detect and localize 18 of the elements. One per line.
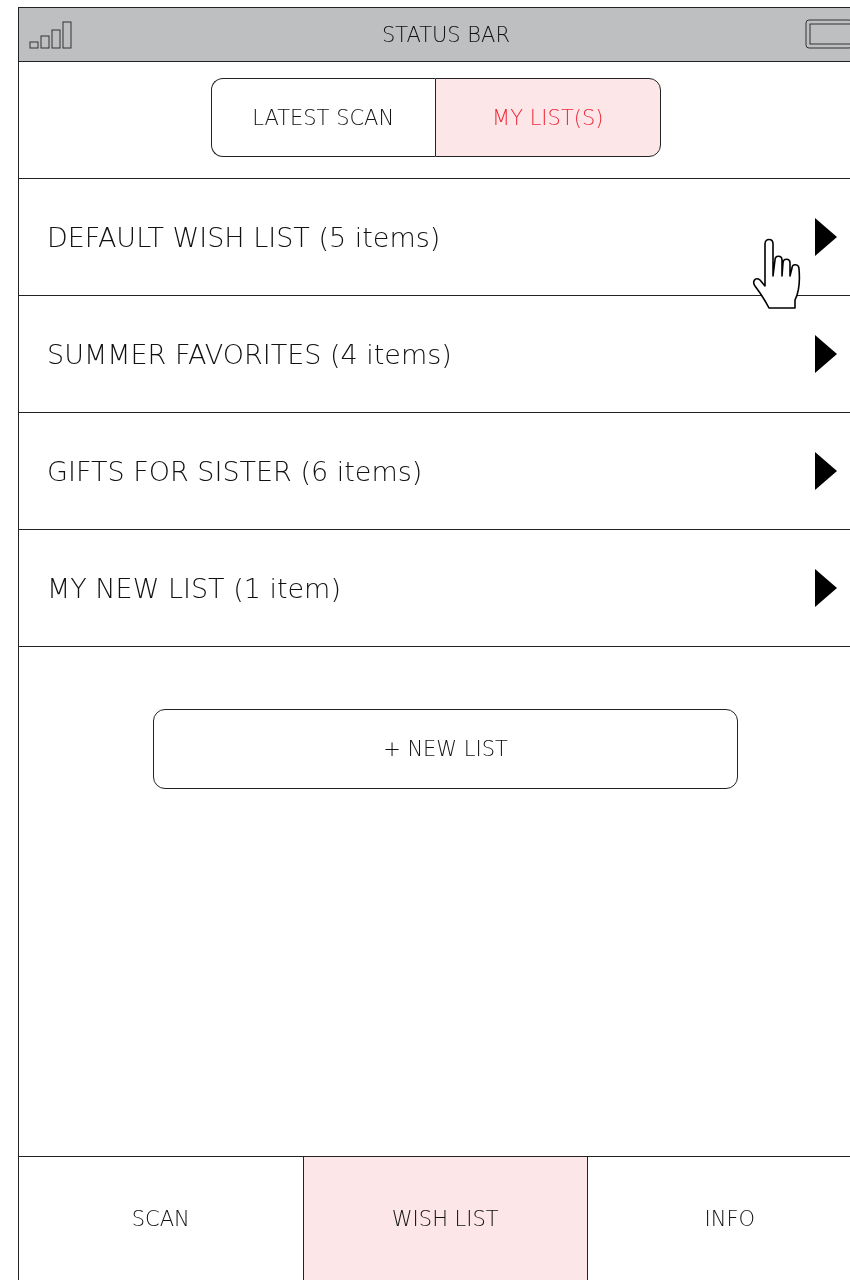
list-row[interactable]: GIFTS FOR SISTER (6 items)	[19, 413, 850, 530]
list-row[interactable]: MY NEW LIST (1 item)	[19, 530, 850, 647]
segment-tab[interactable]: MY LIST(S)	[435, 78, 661, 157]
chevron-right-icon	[815, 335, 837, 373]
list-name: MY NEW LIST (1 item)	[47, 572, 342, 604]
list-name: GIFTS FOR SISTER (6 items)	[47, 455, 424, 487]
chevron-right-icon	[815, 218, 837, 256]
list-name: DEFAULT WISH LIST (5 items)	[47, 221, 442, 253]
list-name: SUMMER FAVORITES (4 items)	[47, 338, 453, 370]
chevron-right-icon	[815, 569, 837, 607]
new-list-button[interactable]: + NEW LIST	[153, 709, 738, 789]
segment-tab[interactable]: LATEST SCAN	[210, 78, 435, 157]
chevron-right-icon	[815, 452, 837, 490]
list-row[interactable]: DEFAULT WISH LIST (5 items)	[19, 179, 850, 296]
status-title: STATUS BAR	[380, 22, 512, 47]
list-row[interactable]: SUMMER FAVORITES (4 items)	[19, 296, 850, 413]
battery-icon	[805, 19, 850, 49]
tab-bar-item[interactable]: WISH LIST	[303, 1157, 588, 1280]
